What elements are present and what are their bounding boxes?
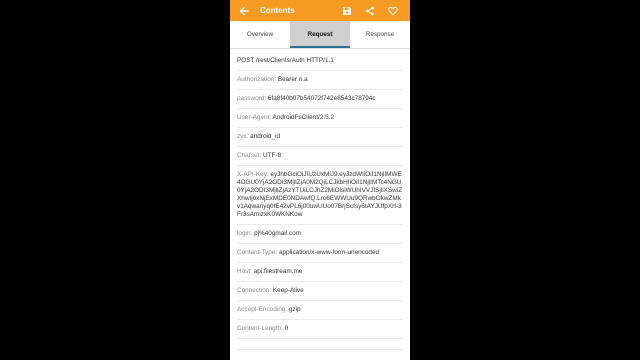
share-icon[interactable] (364, 5, 376, 17)
header-row: Content-Length: 0 (237, 320, 403, 339)
header-value: Bearer n.a (277, 76, 308, 83)
header-key: Accept-Encoding: (237, 306, 288, 313)
app-bar: Contents (230, 0, 410, 21)
header-key: password: (237, 95, 267, 102)
header-key: Host: (237, 268, 252, 275)
header-value: android_id (250, 133, 281, 140)
header-row: User-Agent: AndroidFsClient/2.5.2 (237, 109, 403, 128)
header-key: Charset: (237, 152, 262, 159)
header-row: Charset: UTF-8 (237, 147, 403, 166)
tab-response[interactable]: Response (350, 21, 410, 48)
header-key: Authorization: (237, 76, 277, 83)
header-value: pj%40gmail.com (254, 230, 301, 237)
tab-overview[interactable]: Overview (230, 21, 290, 48)
header-key: Connection: (237, 287, 272, 294)
header-key: login: (237, 230, 253, 237)
header-row: Connection: Keep-Alive (237, 282, 403, 301)
header-key: Content-Length: (237, 325, 283, 332)
page-title: Contents (260, 6, 295, 15)
header-key: X-API-Key: (237, 171, 269, 178)
tab-bar: Overview Request Response (230, 21, 410, 49)
header-value: Keep-Alive (272, 287, 304, 294)
header-value: 0 (284, 325, 289, 332)
header-row: Host: api.filestream.me (237, 263, 403, 282)
header-value: eyJhbGciOiJIUzUxMiJ9.eyJzdWIiOiI1NjlIMWE… (237, 171, 403, 218)
header-row: Accept-Encoding: gzip (237, 301, 403, 320)
header-value: gzip (288, 306, 301, 313)
save-icon[interactable] (341, 5, 353, 17)
request-line: POST /rest/Clients/Auth HTTP/1.1 (237, 53, 403, 71)
header-row: password: 6fa8f40b07b54072f742e8543c7879… (237, 90, 403, 109)
back-arrow-icon[interactable] (238, 5, 250, 17)
header-row (237, 339, 403, 350)
header-key: User-Agent: (237, 114, 272, 121)
header-value: 6fa8f40b07b54072f742e8543c78794c (267, 95, 376, 102)
header-value: UTF-8 (262, 152, 282, 159)
phone-screen: Contents Overview Request Response POST … (230, 0, 410, 360)
header-value: AndroidFsClient/2.5.2 (272, 114, 335, 121)
heart-icon[interactable] (387, 5, 399, 17)
header-row: X-API-Key: eyJhbGciOiJIUzUxMiJ9.eyJzdWIi… (237, 166, 403, 225)
request-content: POST /rest/Clients/Auth HTTP/1.1 Authori… (230, 49, 410, 350)
header-row: login: pj%40gmail.com (237, 225, 403, 244)
header-value: application/x-www-form-urlencoded (278, 249, 380, 256)
header-row: zyx: android_id (237, 128, 403, 147)
header-key: Content-Type: (237, 249, 278, 256)
header-key: zyx: (237, 133, 249, 140)
tab-request[interactable]: Request (290, 21, 350, 48)
header-value: api.filestream.me (253, 268, 303, 275)
header-row: Content-Type: application/x-www-form-url… (237, 244, 403, 263)
header-row: Authorization: Bearer n.a (237, 71, 403, 90)
